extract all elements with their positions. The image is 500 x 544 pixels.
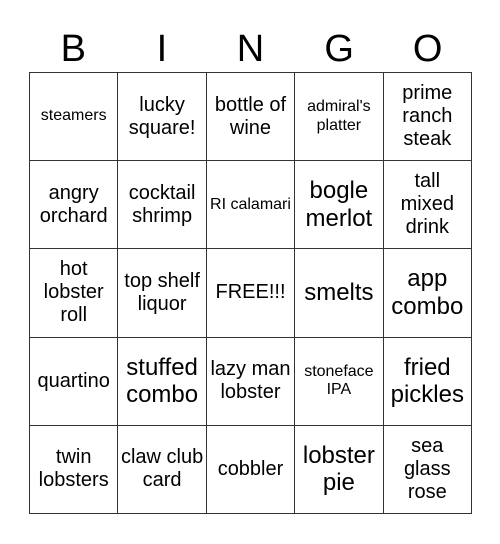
bingo-cell-b4[interactable]: quartino [30, 337, 119, 426]
bingo-cell-o5[interactable]: sea glass rose [383, 425, 472, 514]
bingo-cell-n2[interactable]: RI calamari [206, 161, 296, 250]
cell-label: lobster pie [302, 441, 375, 497]
header-letter-n: N [236, 28, 265, 70]
bingo-cell-i4[interactable]: stuffed combo [118, 337, 207, 426]
bingo-cell-b3[interactable]: hot lobster roll [30, 249, 119, 338]
bingo-cell-g5[interactable]: lobster pie [295, 425, 384, 514]
cell-label: app combo [391, 265, 464, 320]
cell-label: stuffed combo [126, 353, 199, 409]
cell-label: steamers [40, 107, 107, 125]
cell-label: stoneface IPA [304, 362, 374, 399]
bingo-cell-n3[interactable]: FREE!!! [206, 249, 296, 338]
cell-label: quartino [37, 369, 110, 392]
cell-label: top shelf liquor [124, 269, 200, 315]
bingo-cell-i5[interactable]: claw club card [118, 425, 207, 514]
cell-label: bogle merlot [305, 177, 373, 232]
bingo-cell-b5[interactable]: twin lobsters [30, 425, 119, 514]
cell-label: RI calamari [210, 195, 291, 213]
bingo-cell-i3[interactable]: top shelf liquor [118, 249, 207, 338]
bingo-cell-o2[interactable]: tall mixed drink [383, 161, 472, 250]
bingo-cell-o1[interactable]: prime ranch steak [383, 73, 472, 162]
header-letter-i: I [156, 28, 168, 70]
bingo-cell-b2[interactable]: angry orchard [30, 161, 119, 250]
bingo-cell-g1[interactable]: admiral's platter [295, 73, 384, 162]
cell-label: bottle of wine [214, 93, 287, 139]
bingo-cell-n1[interactable]: bottle of wine [206, 73, 296, 162]
cell-label: prime ranch steak [402, 82, 453, 151]
bingo-cell-g4[interactable]: stoneface IPA [295, 337, 384, 426]
header-letter-b: B [60, 28, 86, 70]
header-letter-g: G [324, 28, 354, 70]
bingo-cell-g3[interactable]: smelts [295, 249, 384, 338]
bingo-cell-o3[interactable]: app combo [383, 249, 472, 338]
cell-label: lucky square! [128, 93, 196, 139]
cell-label: FREE!!! [215, 281, 286, 304]
cell-label: cobbler [217, 457, 284, 480]
cell-label: twin lobsters [38, 446, 109, 492]
cell-label: smelts [304, 279, 374, 307]
cell-label: hot lobster roll [43, 258, 104, 327]
bingo-cell-o4[interactable]: fried pickles [383, 337, 472, 426]
bingo-cell-i2[interactable]: cocktail shrimp [118, 161, 207, 250]
bingo-cell-n4[interactable]: lazy man lobster [206, 337, 296, 426]
cell-label: sea glass rose [403, 434, 451, 503]
bingo-board: steamers lucky square! bottle of wine admir… [29, 72, 472, 514]
bingo-cell-b1[interactable]: steamers [30, 73, 119, 162]
cell-label: cocktail shrimp [128, 181, 196, 227]
cell-label: admiral's platter [307, 98, 371, 134]
bingo-cell-i1[interactable]: lucky square! [118, 73, 207, 162]
cell-label: claw club card [120, 446, 204, 492]
cell-label: tall mixed drink [400, 170, 454, 239]
cell-label: fried pickles [390, 353, 464, 409]
bingo-header: B I N G O [29, 26, 472, 72]
header-letter-o: O [412, 28, 443, 70]
bingo-cell-n5[interactable]: cobbler [206, 425, 296, 514]
bingo-cell-g2[interactable]: bogle merlot [295, 161, 384, 250]
cell-label: angry orchard [39, 181, 108, 227]
cell-label: lazy man lobster [210, 358, 291, 404]
